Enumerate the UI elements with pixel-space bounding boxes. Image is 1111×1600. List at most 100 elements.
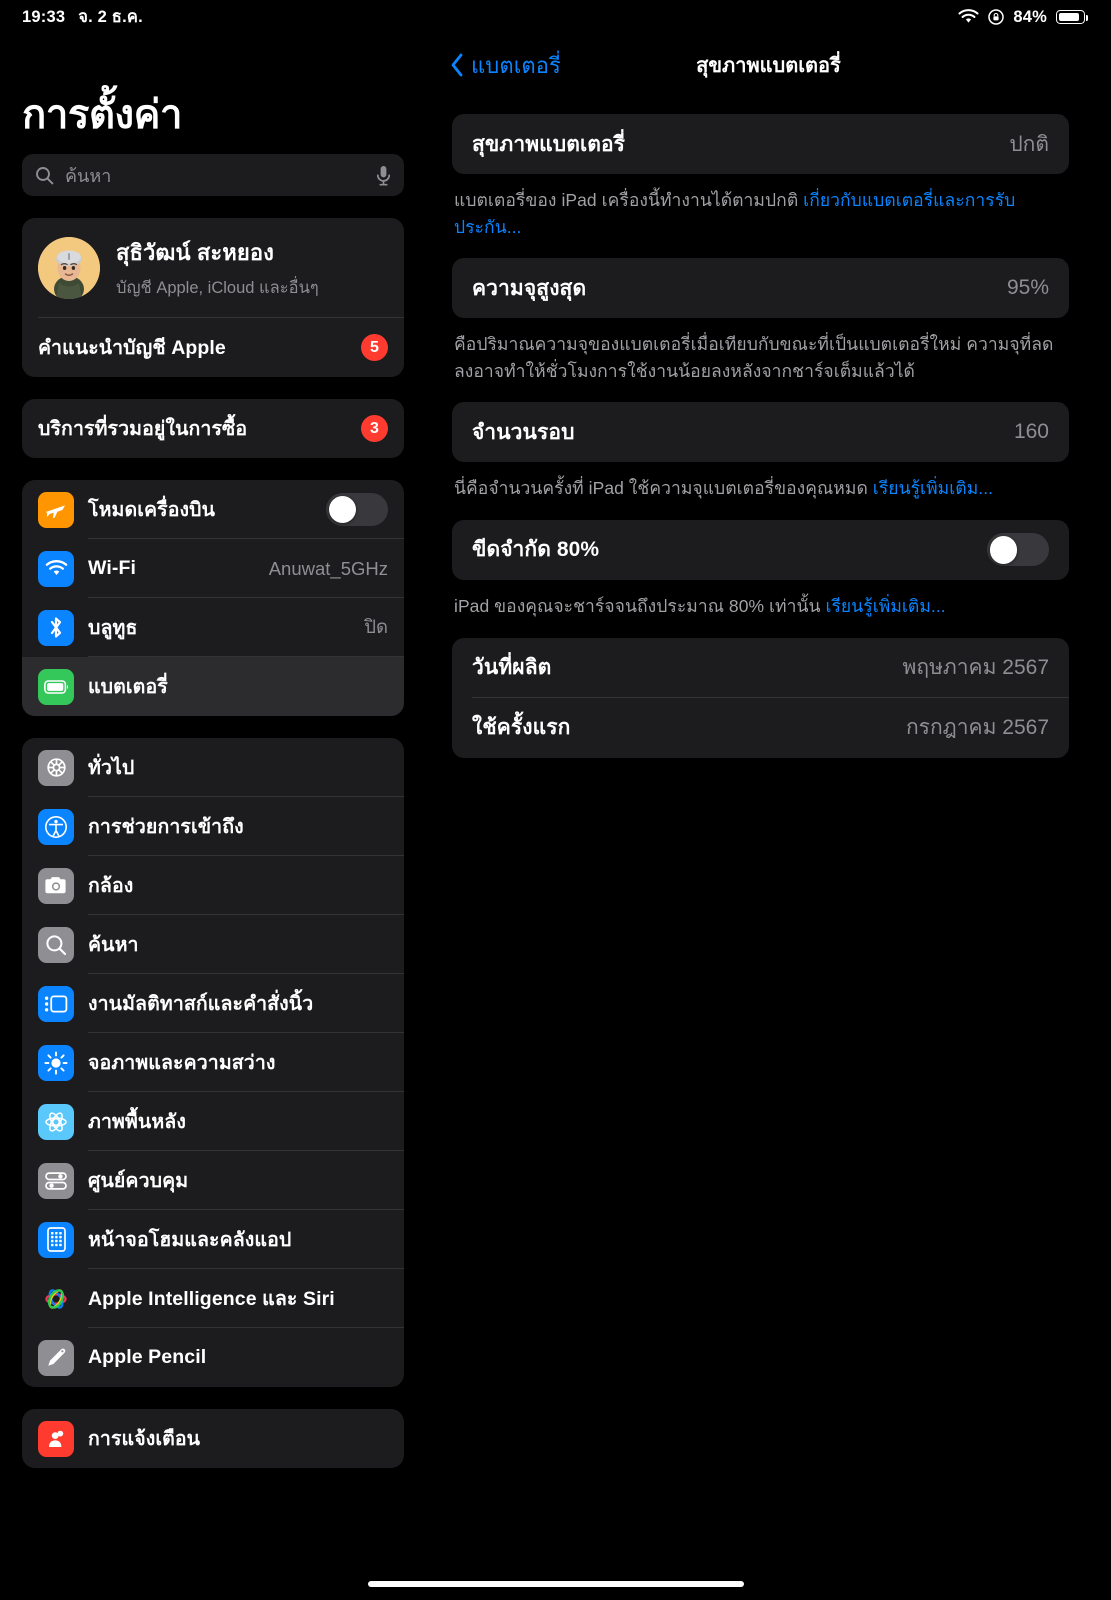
camera-icon [38, 867, 74, 904]
connectivity-card: โหมดเครื่องบิน Wi-Fi Anuwat_5GHz บลูทูธ ปิดแ… [22, 480, 404, 716]
ipad-settings-screen: 19:33 จ. 2 ธ.ค. 84% การตั้งค่า ค้นหา สุธ… [0, 0, 1111, 1600]
services-card: บริการที่รวมอยู่ในการซื้อ 3 [22, 399, 404, 458]
toggle-switch[interactable] [987, 533, 1049, 567]
sidebar-item-camera[interactable]: กล้อง [22, 856, 404, 915]
home-screen-icon [38, 1221, 74, 1258]
detail-row: ความจุสูงสุด 95% [452, 258, 1069, 318]
sidebar-item-label: กล้อง [88, 875, 134, 897]
detail-row-value: กรกฎาคม 2567 [905, 716, 1049, 740]
detail-body: สุขภาพแบตเตอรี่ ปกติแบตเตอรี่ของ iPad เคร… [426, 114, 1111, 778]
sidebar-item-accessibility[interactable]: การช่วยการเข้าถึง [22, 797, 404, 856]
sidebar-item-label: งานมัลติทาสก์และคำสั่งนิ้ว [88, 993, 314, 1015]
sidebar-item-label: บลูทูธ [88, 617, 138, 639]
settings-sidebar: การตั้งค่า ค้นหา สุธิวัฒน์ สะหยอง บัญชี … [0, 0, 426, 1600]
search-placeholder: ค้นหา [65, 165, 112, 186]
detail-note-text: แบตเตอรี่ของ iPad เครื่องนี้ทำงานได้ตามป… [454, 190, 804, 210]
account-row[interactable]: สุธิวัฒน์ สะหยอง บัญชี Apple, iCloud และ… [22, 218, 404, 318]
sidebar-item-gear[interactable]: ทั่วไป [22, 738, 404, 797]
detail-row-label: ความจุสูงสุด [472, 276, 587, 300]
search-icon [35, 166, 54, 185]
chevron-left-icon [450, 53, 464, 77]
sidebar-item-label: การช่วยการเข้าถึง [88, 816, 244, 838]
detail-note-text: คือปริมาณความจุของแบตเตอรี่เมื่อเทียบกับ… [454, 334, 1054, 381]
status-bar-left: 19:33 จ. 2 ธ.ค. [22, 4, 143, 30]
detail-row-label: ใช้ครั้งแรก [472, 716, 571, 740]
toggle-knob [989, 536, 1018, 564]
microphone-icon[interactable] [376, 165, 391, 186]
brightness-icon [38, 1044, 74, 1081]
search-input[interactable]: ค้นหา [22, 154, 404, 196]
detail-row[interactable]: ขีดจำกัด 80% [452, 520, 1069, 580]
sidebar-item-value: Anuwat_5GHz [268, 557, 388, 579]
detail-note: iPad ของคุณจะชาร์จจนถึงประมาณ 80% เท่านั… [454, 593, 1065, 620]
sidebar-item-control-center[interactable]: ศูนย์ควบคุม [22, 1151, 404, 1210]
toggle-switch[interactable] [326, 493, 388, 526]
recommendation-label: คำแนะนำบัญชี Apple [38, 337, 226, 359]
account-text: สุธิวัฒน์ สะหยอง บัญชี Apple, iCloud และ… [116, 235, 319, 301]
wifi-icon [38, 550, 74, 587]
battery-icon [38, 668, 74, 705]
detail-note-link[interactable]: เรียนรู้เพิ่มเติม... [873, 478, 993, 498]
detail-note: นี่คือจำนวนครั้งที่ iPad ใช้ความจุแบตเตอ… [454, 475, 1065, 502]
account-card: สุธิวัฒน์ สะหยอง บัญชี Apple, iCloud และ… [22, 218, 404, 377]
home-indicator[interactable] [367, 1581, 744, 1587]
battery-icon [1056, 10, 1089, 24]
sidebar-item-included-services[interactable]: บริการที่รวมอยู่ในการซื้อ 3 [22, 399, 404, 458]
sidebar-item-label: Apple Pencil [88, 1346, 207, 1368]
search-icon [38, 926, 74, 963]
sidebar-item-pencil[interactable]: Apple Pencil [22, 1328, 404, 1387]
toggle-knob [328, 495, 357, 524]
sidebar-item-wallpaper[interactable]: ภาพพื้นหลัง [22, 1092, 404, 1151]
detail-card: จำนวนรอบ 160 [452, 402, 1069, 463]
notifications-card: การแจ้งเตือน [22, 1409, 404, 1468]
back-button[interactable]: แบตเตอรี่ [450, 48, 561, 83]
detail-note-link[interactable]: เรียนรู้เพิ่มเติม... [825, 596, 945, 616]
sidebar-item-label: ทั่วไป [88, 757, 135, 779]
sidebar-item-notifications[interactable]: การแจ้งเตือน [22, 1409, 404, 1468]
sidebar-item-battery[interactable]: แบตเตอรี่ [22, 657, 404, 716]
detail-note-text: นี่คือจำนวนครั้งที่ iPad ใช้ความจุแบตเตอ… [454, 478, 873, 499]
detail-row: จำนวนรอบ 160 [452, 402, 1069, 462]
sidebar-item-home-screen[interactable]: หน้าจอโฮมและคลังแอป [22, 1210, 404, 1269]
status-bar-right: 84% [958, 7, 1089, 27]
sidebar-item-wifi[interactable]: Wi-Fi Anuwat_5GHz [22, 539, 404, 598]
sidebar-item-search[interactable]: ค้นหา [22, 915, 404, 974]
detail-row: ใช้ครั้งแรก กรกฎาคม 2567 [452, 698, 1069, 758]
account-subtitle: บัญชี Apple, iCloud และอื่นๆ [116, 279, 319, 297]
sidebar-item-label: การแจ้งเตือน [88, 1428, 201, 1450]
services-label: บริการที่รวมอยู่ในการซื้อ [38, 418, 248, 440]
pencil-icon [38, 1339, 74, 1376]
services-badge: 3 [361, 415, 388, 442]
sidebar-item-apple-intelligence[interactable]: Apple Intelligence และ Siri [22, 1269, 404, 1328]
status-date: จ. 2 ธ.ค. [78, 8, 143, 26]
apple-intelligence-icon [38, 1280, 74, 1317]
sidebar-item-apple-account-recommendations[interactable]: คำแนะนำบัญชี Apple 5 [22, 318, 404, 377]
detail-row-value: ปกติ [1009, 132, 1049, 156]
sidebar-item-bluetooth[interactable]: บลูทูธ ปิด [22, 598, 404, 657]
sidebar-item-multitasking[interactable]: งานมัลติทาสก์และคำสั่งนิ้ว [22, 974, 404, 1033]
accessibility-icon [38, 808, 74, 845]
sidebar-item-label: จอภาพและความสว่าง [88, 1052, 276, 1074]
sidebar-item-airplane[interactable]: โหมดเครื่องบิน [22, 480, 404, 539]
sidebar-item-label: ภาพพื้นหลัง [88, 1111, 186, 1133]
wallpaper-icon [38, 1103, 74, 1140]
battery-percent-label: 84% [1013, 7, 1047, 26]
detail-card: สุขภาพแบตเตอรี่ ปกติ [452, 114, 1069, 174]
detail-row-label: ขีดจำกัด 80% [472, 538, 600, 562]
detail-card: ขีดจำกัด 80% [452, 519, 1069, 580]
account-name: สุธิวัฒน์ สะหยอง [116, 240, 275, 265]
status-time: 19:33 [22, 8, 66, 26]
rotation-lock-icon [988, 9, 1005, 25]
detail-gap [426, 758, 1111, 778]
detail-row-label: จำนวนรอบ [472, 420, 575, 444]
status-bar: 19:33 จ. 2 ธ.ค. 84% [0, 0, 1111, 34]
wifi-icon [958, 9, 979, 25]
notifications-icon [38, 1420, 74, 1457]
back-label: แบตเตอรี่ [471, 52, 561, 78]
detail-row: วันที่ผลิต พฤษภาคม 2567 [452, 638, 1069, 698]
detail-row-label: วันที่ผลิต [472, 656, 552, 680]
detail-card: ความจุสูงสุด 95% [452, 258, 1069, 319]
multitasking-icon [38, 985, 74, 1022]
bluetooth-icon [38, 609, 74, 646]
sidebar-item-brightness[interactable]: จอภาพและความสว่าง [22, 1033, 404, 1092]
